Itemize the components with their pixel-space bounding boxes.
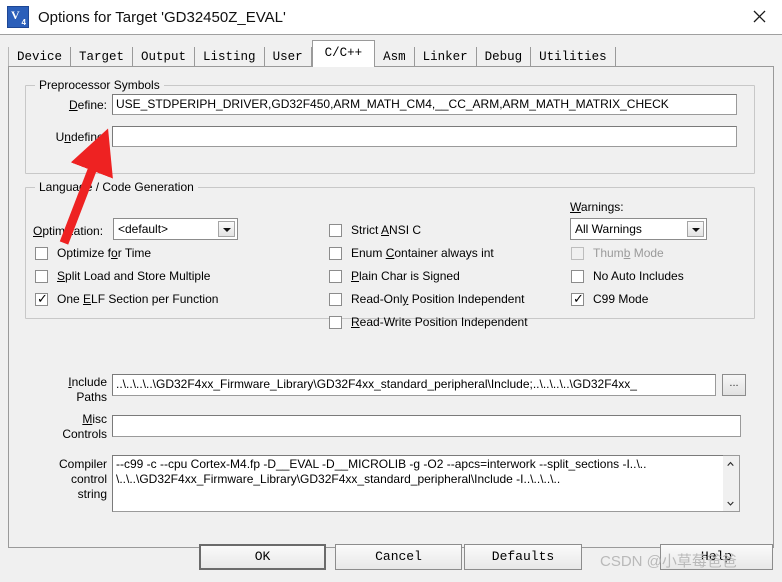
language-code-generation-title: Language / Code Generation (35, 180, 198, 194)
chevron-down-icon[interactable] (687, 221, 704, 237)
window-title: Options for Target 'GD32450Z_EVAL' (38, 8, 286, 26)
label-strict-ansi-c: Strict ANSI C (351, 223, 422, 237)
help-button[interactable]: Help (660, 544, 773, 570)
scroll-down-icon[interactable] (723, 495, 738, 511)
checkbox-thumb-mode (571, 247, 584, 260)
define-input[interactable]: USE_STDPERIPH_DRIVER,GD32F450,ARM_MATH_C… (112, 94, 737, 115)
label-split-load-store-multiple: Split Load and Store Multiple (57, 269, 211, 283)
label-c99-mode: C99 Mode (593, 292, 649, 306)
cancel-button[interactable]: Cancel (335, 544, 462, 570)
define-label: Define: (68, 98, 107, 112)
checkbox-c99-mode[interactable]: ✓ (571, 292, 584, 306)
warnings-label: Warnings: (570, 200, 624, 214)
checkbox-no-auto-includes[interactable] (571, 270, 584, 283)
compiler-control-string-label-line1: Compiler (58, 457, 107, 471)
checkbox-enum-container-always-int[interactable] (329, 247, 342, 260)
checkbox-split-load-store-multiple[interactable] (35, 270, 48, 283)
compiler-control-string-input[interactable]: --c99 -c --cpu Cortex-M4.fp -D__EVAL -D_… (112, 455, 724, 512)
scroll-up-icon[interactable] (723, 456, 738, 472)
uvision-logo-icon: V4 (7, 6, 29, 28)
label-thumb-mode: Thumb Mode (593, 246, 664, 260)
checkbox-read-write-position-independent[interactable] (329, 316, 342, 329)
label-one-elf-section-per-function: One ELF Section per Function (57, 292, 219, 306)
tab-listing[interactable]: Listing (195, 47, 265, 67)
optimization-label: Optimization: (33, 224, 104, 238)
label-enum-container-always-int: Enum Container always int (351, 246, 494, 260)
preprocessor-symbols-title: Preprocessor Symbols (35, 78, 164, 92)
tab-c-cpp[interactable]: C/C++ (311, 40, 376, 67)
include-paths-input[interactable]: ..\..\..\..\GD32F4xx_Firmware_Library\GD… (112, 374, 716, 396)
label-optimize-for-time: Optimize for Time (57, 246, 152, 260)
compiler-control-string-label-line3: string (77, 487, 107, 501)
checkbox-optimize-for-time[interactable] (35, 247, 48, 260)
misc-controls-input[interactable] (112, 415, 741, 437)
close-icon[interactable] (737, 0, 782, 33)
compiler-control-string-scrollbar[interactable] (723, 455, 740, 512)
warnings-select[interactable]: All Warnings (570, 218, 707, 240)
tab-target[interactable]: Target (71, 47, 134, 67)
tab-utilities[interactable]: Utilities (531, 47, 616, 67)
misc-controls-label-line1: Misc (82, 412, 107, 426)
label-plain-char-is-signed: Plain Char is Signed (351, 269, 460, 283)
tab-strip: Device Target Output Listing User C/C++ … (8, 40, 774, 67)
window-titlebar: V4 Options for Target 'GD32450Z_EVAL' (0, 0, 782, 35)
include-paths-label-line2: Paths (76, 390, 107, 404)
label-read-write-position-independent: Read-Write Position Independent (351, 315, 528, 329)
include-paths-browse-button[interactable]: ... (722, 374, 746, 396)
tab-device[interactable]: Device (8, 47, 72, 67)
include-paths-label-line1: Include (68, 375, 107, 389)
defaults-button[interactable]: Defaults (464, 544, 582, 570)
tab-user[interactable]: User (264, 47, 312, 67)
checkbox-strict-ansi-c[interactable] (329, 224, 342, 237)
undefine-label: Undefine: (55, 130, 107, 144)
checkbox-read-only-position-independent[interactable] (329, 293, 342, 306)
options-dialog: Device Target Output Listing User C/C++ … (0, 34, 782, 582)
tab-linker[interactable]: Linker (414, 47, 477, 67)
label-read-only-position-independent: Read-Only Position Independent (351, 292, 525, 306)
tab-asm[interactable]: Asm (375, 47, 415, 67)
checkbox-plain-char-is-signed[interactable] (329, 270, 342, 283)
checkbox-one-elf-section-per-function[interactable]: ✓ (35, 292, 48, 306)
compiler-control-string-label-line2: control (70, 472, 107, 486)
tab-page-c-cpp: Preprocessor Symbols Define: USE_STDPERI… (8, 66, 774, 548)
chevron-down-icon[interactable] (218, 221, 235, 237)
ok-button[interactable]: OK (199, 544, 326, 570)
warnings-value: All Warnings (575, 222, 642, 236)
misc-controls-label-line2: Controls (62, 427, 107, 441)
undefine-input[interactable] (112, 126, 737, 147)
optimization-select[interactable]: <default> (113, 218, 238, 240)
tab-debug[interactable]: Debug (476, 47, 532, 67)
tab-output[interactable]: Output (133, 47, 196, 67)
optimization-value: <default> (118, 222, 169, 236)
label-no-auto-includes: No Auto Includes (593, 269, 684, 283)
